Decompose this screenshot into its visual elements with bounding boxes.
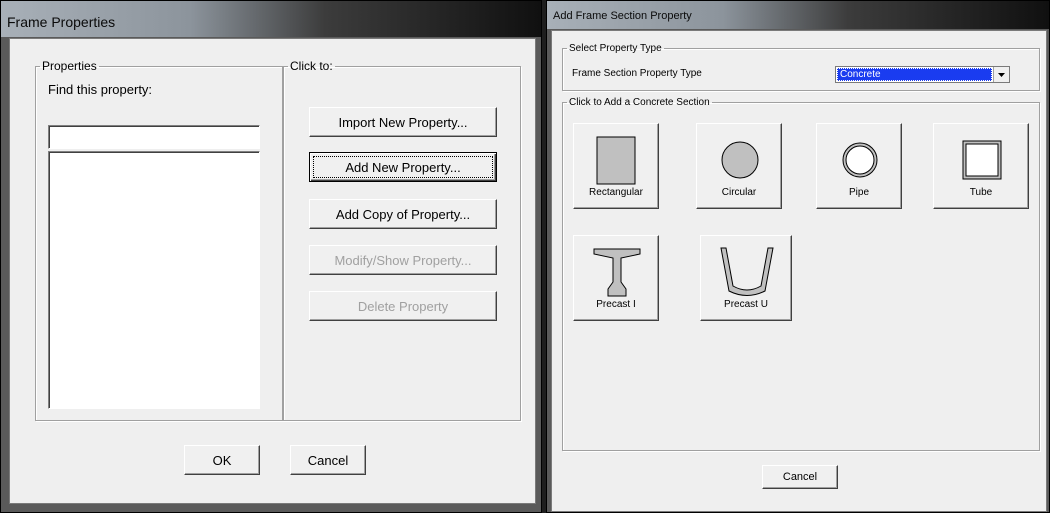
find-property-label: Find this property: xyxy=(48,82,153,97)
window-title: Frame Properties xyxy=(7,14,116,30)
import-new-property-button[interactable]: Import New Property... xyxy=(309,107,497,137)
modify-show-property-button[interactable]: Modify/Show Property... xyxy=(309,245,497,275)
precast-u-section-button[interactable]: Precast U xyxy=(700,235,792,321)
click-to-group-label: Click to: xyxy=(290,59,333,73)
add-copy-of-property-button[interactable]: Add Copy of Property... xyxy=(309,199,497,229)
frame-section-type-dropdown[interactable]: Concrete xyxy=(835,66,1010,83)
add-frame-section-window: Add Frame Section Property Select Proper… xyxy=(546,0,1050,513)
frame-properties-window: Frame Properties Properties Find this pr… xyxy=(0,0,542,513)
dropdown-selected-value: Concrete xyxy=(837,68,992,81)
frame-properties-client: Properties Find this property: Click to:… xyxy=(9,38,536,504)
find-property-input[interactable] xyxy=(48,125,260,149)
delete-property-button[interactable]: Delete Property xyxy=(309,291,497,321)
property-list[interactable] xyxy=(48,151,260,409)
precast-i-section-button[interactable]: Precast I xyxy=(573,235,659,321)
add-frame-section-client: Select Property Type Frame Section Prope… xyxy=(551,30,1047,512)
circular-section-button[interactable]: Circular xyxy=(696,123,782,209)
focus-rectangle xyxy=(313,156,493,178)
tube-section-button[interactable]: Tube xyxy=(933,123,1029,209)
rectangular-section-button[interactable]: Rectangular xyxy=(573,123,659,209)
properties-group-label: Properties xyxy=(42,59,97,73)
concrete-section-group-label: Click to Add a Concrete Section xyxy=(569,97,710,108)
cancel-button[interactable]: Cancel xyxy=(762,465,838,489)
pipe-section-button[interactable]: Pipe xyxy=(816,123,902,209)
window-title: Add Frame Section Property xyxy=(553,10,692,22)
add-frame-section-titlebar[interactable]: Add Frame Section Property xyxy=(547,1,1049,29)
frame-properties-titlebar[interactable]: Frame Properties xyxy=(1,1,541,37)
chevron-down-icon xyxy=(998,73,1005,77)
ok-button[interactable]: OK xyxy=(184,445,260,475)
add-new-property-button[interactable]: Add New Property... xyxy=(309,152,497,182)
dropdown-arrow-button[interactable] xyxy=(993,67,1009,82)
cancel-button[interactable]: Cancel xyxy=(290,445,366,475)
frame-section-type-label: Frame Section Property Type xyxy=(572,68,702,79)
select-property-type-label: Select Property Type xyxy=(569,43,662,54)
